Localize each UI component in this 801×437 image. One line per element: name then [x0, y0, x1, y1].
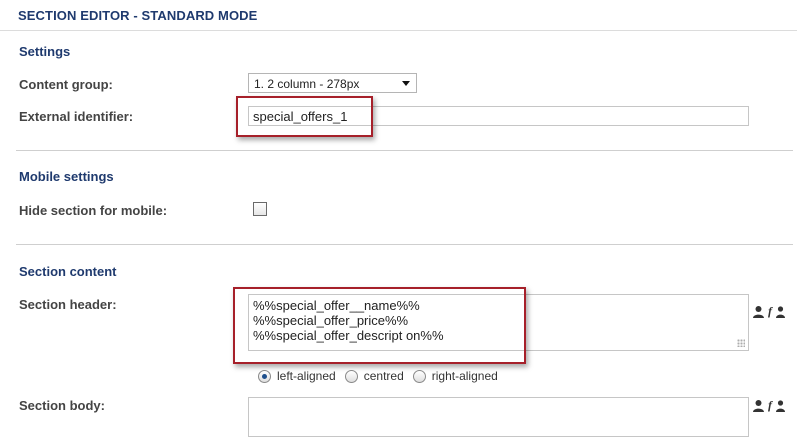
align-left-radio[interactable] — [258, 369, 271, 383]
section-body-label: Section body: — [19, 398, 105, 413]
align-centre-option[interactable]: centred — [344, 369, 404, 383]
person-icon[interactable] — [752, 399, 765, 412]
editor-title: SECTION EDITOR - STANDARD MODE — [18, 8, 258, 23]
content-group-label: Content group: — [19, 77, 113, 92]
header-highlight-box — [233, 287, 526, 364]
mobile-settings-heading: Mobile settings — [19, 169, 114, 184]
align-right-label: right-aligned — [431, 369, 498, 383]
body-tools: f — [752, 398, 786, 412]
identifier-highlight-box — [236, 96, 373, 137]
header-tools: f — [752, 304, 786, 318]
align-left-label: left-aligned — [277, 369, 336, 383]
align-right-radio[interactable] — [412, 369, 426, 383]
divider — [16, 244, 793, 245]
align-right-option[interactable]: right-aligned — [412, 369, 498, 383]
alignment-radio-group: left-aligned centred right-aligned — [258, 369, 507, 383]
function-person-icon[interactable]: f — [768, 398, 786, 412]
divider — [16, 150, 793, 151]
content-group-value: 1. 2 column - 278px — [254, 77, 360, 91]
align-left-option[interactable]: left-aligned — [258, 369, 336, 383]
section-content-heading: Section content — [19, 264, 117, 279]
align-centre-radio[interactable] — [344, 369, 358, 383]
svg-text:f: f — [768, 304, 773, 318]
editor-title-bar: SECTION EDITOR - STANDARD MODE — [0, 0, 797, 31]
section-body-textarea[interactable] — [248, 397, 749, 437]
hide-section-checkbox[interactable] — [253, 202, 267, 216]
settings-heading: Settings — [19, 44, 71, 59]
hide-section-label: Hide section for mobile: — [19, 203, 168, 218]
resize-grip-icon[interactable] — [737, 339, 745, 347]
person-icon[interactable] — [752, 305, 765, 318]
section-header-label: Section header: — [19, 297, 117, 312]
align-centre-label: centred — [363, 369, 404, 383]
chevron-down-icon — [402, 81, 410, 86]
external-identifier-label: External identifier: — [19, 109, 134, 124]
function-person-icon[interactable]: f — [768, 304, 786, 318]
content-group-select[interactable]: 1. 2 column - 278px — [248, 73, 417, 93]
svg-text:f: f — [768, 398, 773, 412]
